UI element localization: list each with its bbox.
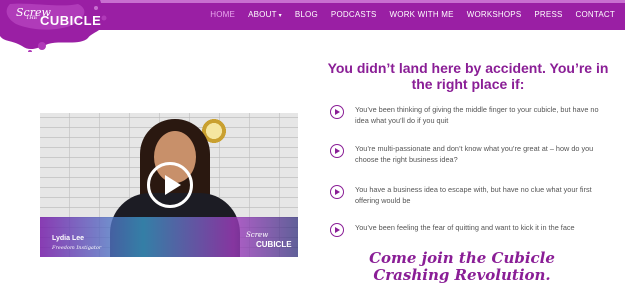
play-circle-icon xyxy=(330,105,344,119)
nav-press[interactable]: PRESS xyxy=(534,10,562,19)
list-item: You’ve been feeling the fear of quitting… xyxy=(330,222,610,237)
nav-podcasts[interactable]: PODCASTS xyxy=(331,10,377,19)
intro-video[interactable]: Lydia Lee Freedom Instigator Screw CUBIC… xyxy=(40,113,298,257)
logo-word-cubicle: CUBICLE xyxy=(40,13,102,28)
play-circle-icon xyxy=(330,223,344,237)
nav-home[interactable]: HOME xyxy=(210,10,235,19)
video-logo-cubicle: CUBICLE xyxy=(256,240,292,249)
list-item-text: You’ve been feeling the fear of quitting… xyxy=(355,223,575,232)
list-item: You’re multi-passionate and don’t know w… xyxy=(330,143,610,165)
list-item: You have a business idea to escape with,… xyxy=(330,184,610,206)
cta-headline: Come join the Cubicle Crashing Revolutio… xyxy=(369,249,555,284)
list-item-text: You’re multi-passionate and don’t know w… xyxy=(355,144,594,164)
page-heading: You didn’t land here by accident. You’re… xyxy=(327,60,609,92)
list-item: You’ve been thinking of giving the middl… xyxy=(330,104,610,126)
nav-work-with-me[interactable]: WORK WITH ME xyxy=(390,10,454,19)
nav-about-label: ABOUT xyxy=(248,10,277,19)
nav-workshops[interactable]: WORKSHOPS xyxy=(467,10,522,19)
video-play-button[interactable] xyxy=(147,162,193,208)
play-circle-icon xyxy=(330,144,344,158)
site-logo[interactable]: Screw THE CUBICLE xyxy=(0,0,110,52)
nav-about[interactable]: ABOUT ▾ xyxy=(248,10,282,19)
video-presenter-title: Freedom Instigator xyxy=(52,245,102,251)
nav-contact[interactable]: CONTACT xyxy=(576,10,615,19)
video-presenter-name: Lydia Lee xyxy=(52,235,85,242)
list-item-text: You’ve been thinking of giving the middl… xyxy=(355,105,599,125)
chevron-down-icon: ▾ xyxy=(278,13,282,19)
logo-word-the: THE xyxy=(26,15,38,21)
main-nav: HOME ABOUT ▾ BLOG PODCASTS WORK WITH ME W… xyxy=(210,10,615,19)
play-circle-icon xyxy=(330,185,344,199)
video-logo-screw: Screw xyxy=(246,231,269,239)
list-item-text: You have a business idea to escape with,… xyxy=(355,185,592,205)
nav-blog[interactable]: BLOG xyxy=(295,10,318,19)
